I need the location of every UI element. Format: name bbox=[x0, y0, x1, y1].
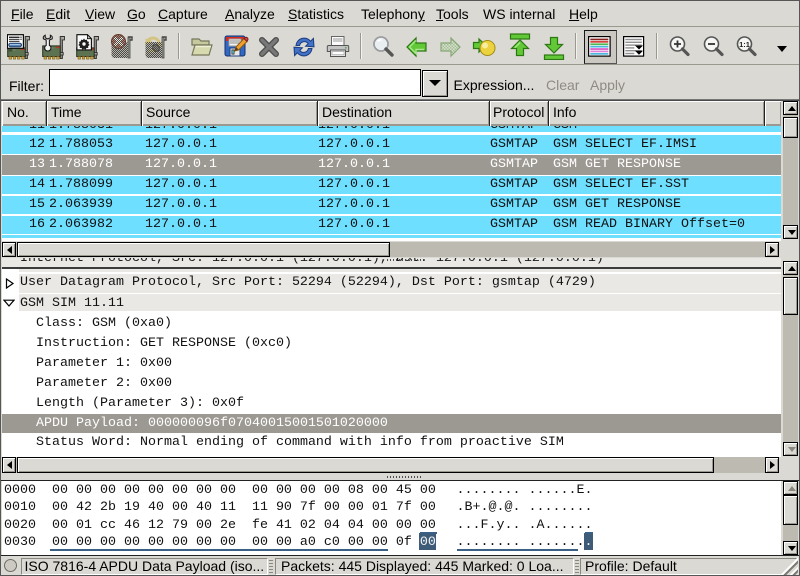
svg-text:1:1: 1:1 bbox=[739, 40, 750, 49]
